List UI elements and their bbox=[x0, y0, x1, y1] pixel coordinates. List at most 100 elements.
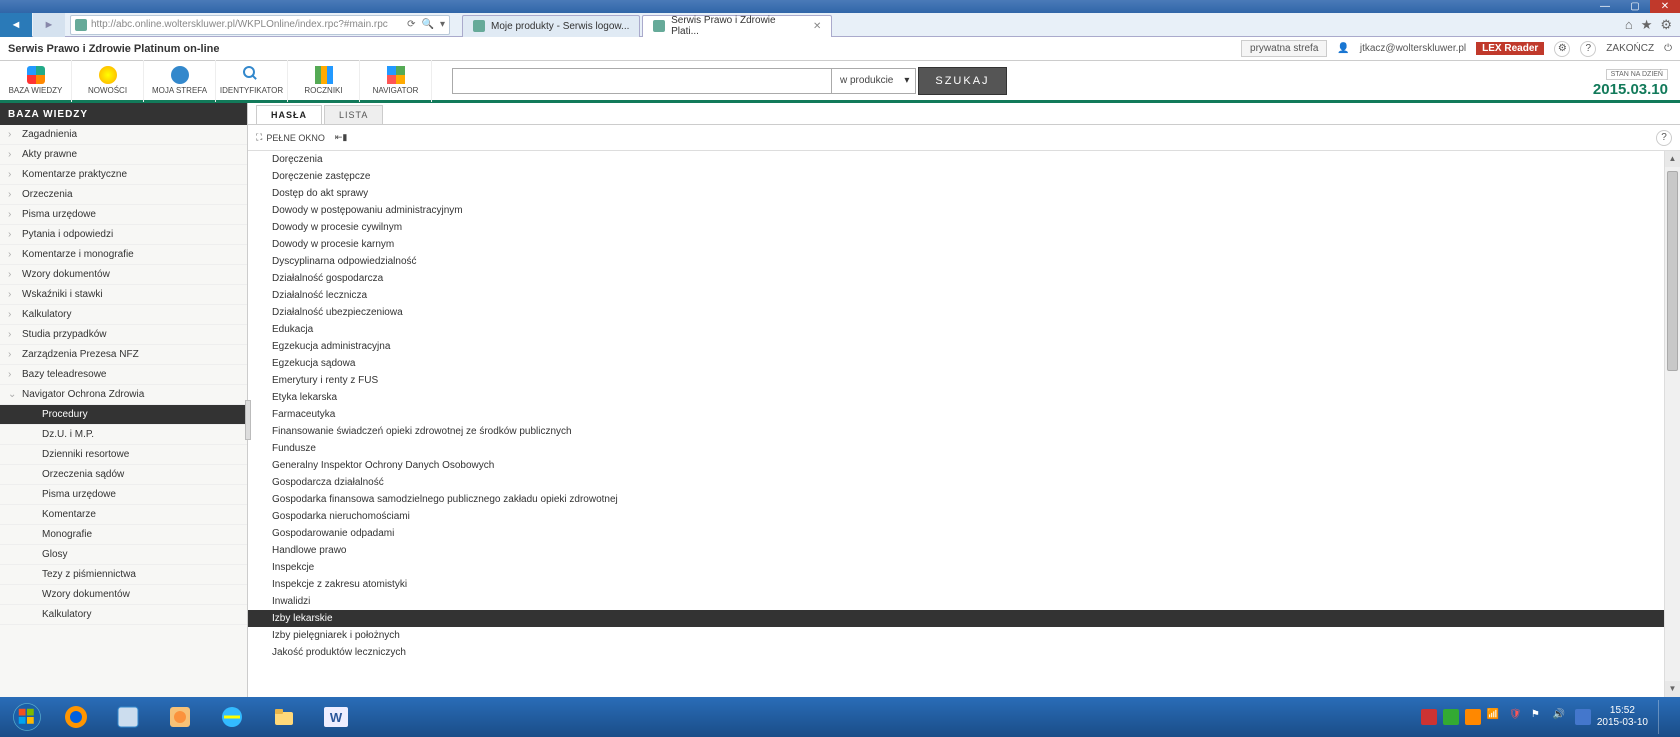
sidebar-item[interactable]: Navigator Ochrona Zdrowia bbox=[0, 385, 247, 405]
list-item[interactable]: Izby lekarskie bbox=[248, 610, 1680, 627]
browser-tab-active[interactable]: Serwis Prawo i Zdrowie Plati... ✕ bbox=[642, 15, 832, 37]
list-item[interactable]: Etyka lekarska bbox=[248, 389, 1680, 406]
close-button[interactable]: ✕ bbox=[1650, 0, 1680, 13]
sidebar-item[interactable]: Wskaźniki i stawki bbox=[0, 285, 247, 305]
sidebar-item[interactable]: Orzeczenia bbox=[0, 185, 247, 205]
sidebar-item[interactable]: Wzory dokumentów bbox=[0, 265, 247, 285]
home-icon[interactable]: ⌂ bbox=[1625, 17, 1633, 33]
forward-button[interactable]: ► bbox=[33, 13, 65, 37]
list-item[interactable]: Finansowanie świadczeń opieki zdrowotnej… bbox=[248, 423, 1680, 440]
sidebar-subitem[interactable]: Procedury bbox=[0, 405, 247, 425]
taskbar-explorer[interactable] bbox=[259, 700, 309, 734]
list-item[interactable]: Izby pielęgniarek i położnych bbox=[248, 627, 1680, 644]
tray-icon[interactable] bbox=[1421, 709, 1437, 725]
maximize-button[interactable]: ▢ bbox=[1620, 0, 1650, 13]
list-item[interactable]: Inwalidzi bbox=[248, 593, 1680, 610]
list-item[interactable]: Dyscyplinarna odpowiedzialność bbox=[248, 253, 1680, 270]
tool-identyfikator[interactable]: IDENTYFIKATOR bbox=[216, 60, 288, 102]
search-button[interactable]: SZUKAJ bbox=[918, 67, 1006, 95]
list-item[interactable]: Egzekucja sądowa bbox=[248, 355, 1680, 372]
tray-icon[interactable] bbox=[1443, 709, 1459, 725]
splitter-handle[interactable] bbox=[245, 400, 251, 440]
list-item[interactable]: Gospodarcza działalność bbox=[248, 474, 1680, 491]
taskbar-ie[interactable] bbox=[207, 700, 257, 734]
sidebar-item[interactable]: Studia przypadków bbox=[0, 325, 247, 345]
list-item[interactable]: Edukacja bbox=[248, 321, 1680, 338]
list-item[interactable]: Gospodarowanie odpadami bbox=[248, 525, 1680, 542]
tool-nowosci[interactable]: NOWOŚCI bbox=[72, 60, 144, 102]
taskbar-app[interactable] bbox=[103, 700, 153, 734]
search-input[interactable] bbox=[452, 68, 832, 94]
sidebar-item[interactable]: Zagadnienia bbox=[0, 125, 247, 145]
search-scope-dropdown[interactable]: w produkcie bbox=[832, 68, 916, 94]
list-item[interactable]: Dowody w procesie cywilnym bbox=[248, 219, 1680, 236]
scroll-up-arrow[interactable]: ▲ bbox=[1665, 151, 1680, 167]
content-help-button[interactable]: ? bbox=[1656, 130, 1672, 146]
sidebar-item[interactable]: Bazy teleadresowe bbox=[0, 365, 247, 385]
help-icon[interactable]: ? bbox=[1580, 41, 1596, 57]
tray-icon[interactable] bbox=[1465, 709, 1481, 725]
list-item[interactable]: Działalność ubezpieczeniowa bbox=[248, 304, 1680, 321]
address-bar[interactable]: http://abc.online.wolterskluwer.pl/WKPLO… bbox=[70, 15, 450, 35]
tool-baza-wiedzy[interactable]: BAZA WIEDZY bbox=[0, 60, 72, 102]
sidebar-subitem[interactable]: Dz.U. i M.P. bbox=[0, 425, 247, 445]
private-zone-button[interactable]: prywatna strefa bbox=[1241, 40, 1327, 57]
search-provider-icon[interactable]: 🔍 bbox=[422, 19, 434, 30]
list-item[interactable]: Inspekcje z zakresu atomistyki bbox=[248, 576, 1680, 593]
back-button[interactable]: ◄ bbox=[0, 13, 32, 37]
date-label[interactable]: STAN NA DZIEŃ bbox=[1606, 69, 1668, 80]
power-icon[interactable]: ⏻ bbox=[1664, 43, 1672, 54]
list-item[interactable]: Doręczenia bbox=[248, 151, 1680, 168]
list-item[interactable]: Egzekucja administracyjna bbox=[248, 338, 1680, 355]
tray-network-icon[interactable]: 📶 bbox=[1487, 709, 1503, 725]
list-item[interactable]: Generalny Inspektor Ochrony Danych Osobo… bbox=[248, 457, 1680, 474]
list-item[interactable]: Inspekcje bbox=[248, 559, 1680, 576]
favorites-icon[interactable]: ★ bbox=[1641, 17, 1653, 33]
taskbar-outlook[interactable] bbox=[155, 700, 205, 734]
list-item[interactable]: Gospodarka finansowa samodzielnego publi… bbox=[248, 491, 1680, 508]
sidebar-item[interactable]: Pisma urzędowe bbox=[0, 205, 247, 225]
list-item[interactable]: Działalność gospodarcza bbox=[248, 270, 1680, 287]
tray-flag-icon[interactable]: ⚑ bbox=[1531, 709, 1547, 725]
sidebar-subitem[interactable]: Komentarze bbox=[0, 505, 247, 525]
taskbar-clock[interactable]: 15:52 2015-03-10 bbox=[1597, 705, 1648, 729]
tab-lista[interactable]: LISTA bbox=[324, 105, 383, 124]
sidebar-item[interactable]: Pytania i odpowiedzi bbox=[0, 225, 247, 245]
sidebar-subitem[interactable]: Wzory dokumentów bbox=[0, 585, 247, 605]
sidebar-item[interactable]: Komentarze praktyczne bbox=[0, 165, 247, 185]
tool-navigator[interactable]: NAVIGATOR bbox=[360, 60, 432, 102]
tray-volume-icon[interactable]: 🔊 bbox=[1553, 709, 1569, 725]
sidebar-item[interactable]: Kalkulatory bbox=[0, 305, 247, 325]
list-item[interactable]: Doręczenie zastępcze bbox=[248, 168, 1680, 185]
lex-reader-badge[interactable]: LEX Reader bbox=[1476, 42, 1544, 55]
list-item[interactable]: Fundusze bbox=[248, 440, 1680, 457]
taskbar-word[interactable]: W bbox=[311, 700, 361, 734]
sidebar-subitem[interactable]: Dzienniki resortowe bbox=[0, 445, 247, 465]
tool-moja-strefa[interactable]: MOJA STREFA bbox=[144, 60, 216, 102]
sidebar-subitem[interactable]: Monografie bbox=[0, 525, 247, 545]
tool-roczniki[interactable]: ROCZNIKI bbox=[288, 60, 360, 102]
list-item[interactable]: Dowody w postępowaniu administracyjnym bbox=[248, 202, 1680, 219]
refresh-icon[interactable]: ⟳ bbox=[407, 19, 415, 30]
tray-shield-icon[interactable]: 🛡 bbox=[1509, 709, 1525, 725]
list-item[interactable]: Jakość produktów leczniczych bbox=[248, 644, 1680, 661]
list-item[interactable]: Farmaceutyka bbox=[248, 406, 1680, 423]
list-item[interactable]: Działalność lecznicza bbox=[248, 287, 1680, 304]
sidebar-item[interactable]: Komentarze i monografie bbox=[0, 245, 247, 265]
settings-icon[interactable]: ⚙ bbox=[1554, 41, 1570, 57]
minimize-button[interactable]: — bbox=[1590, 0, 1620, 13]
tab-close-icon[interactable]: ✕ bbox=[813, 21, 821, 32]
logout-button[interactable]: ZAKOŃCZ bbox=[1606, 43, 1654, 54]
sidebar-subitem[interactable]: Kalkulatory bbox=[0, 605, 247, 625]
list-item[interactable]: Emerytury i renty z FUS bbox=[248, 372, 1680, 389]
list-item[interactable]: Dowody w procesie karnym bbox=[248, 236, 1680, 253]
sidebar-item[interactable]: Zarządzenia Prezesa NFZ bbox=[0, 345, 247, 365]
collapse-button[interactable]: ⇤▮ bbox=[335, 132, 348, 143]
tools-icon[interactable]: ⚙ bbox=[1660, 17, 1672, 33]
scrollbar-thumb[interactable] bbox=[1667, 171, 1678, 371]
sidebar-item[interactable]: Akty prawne bbox=[0, 145, 247, 165]
browser-tab[interactable]: Moje produkty - Serwis logow... bbox=[462, 15, 640, 37]
tab-hasla[interactable]: HASŁA bbox=[256, 105, 322, 124]
sidebar-subitem[interactable]: Orzeczenia sądów bbox=[0, 465, 247, 485]
show-desktop-button[interactable] bbox=[1658, 700, 1668, 734]
